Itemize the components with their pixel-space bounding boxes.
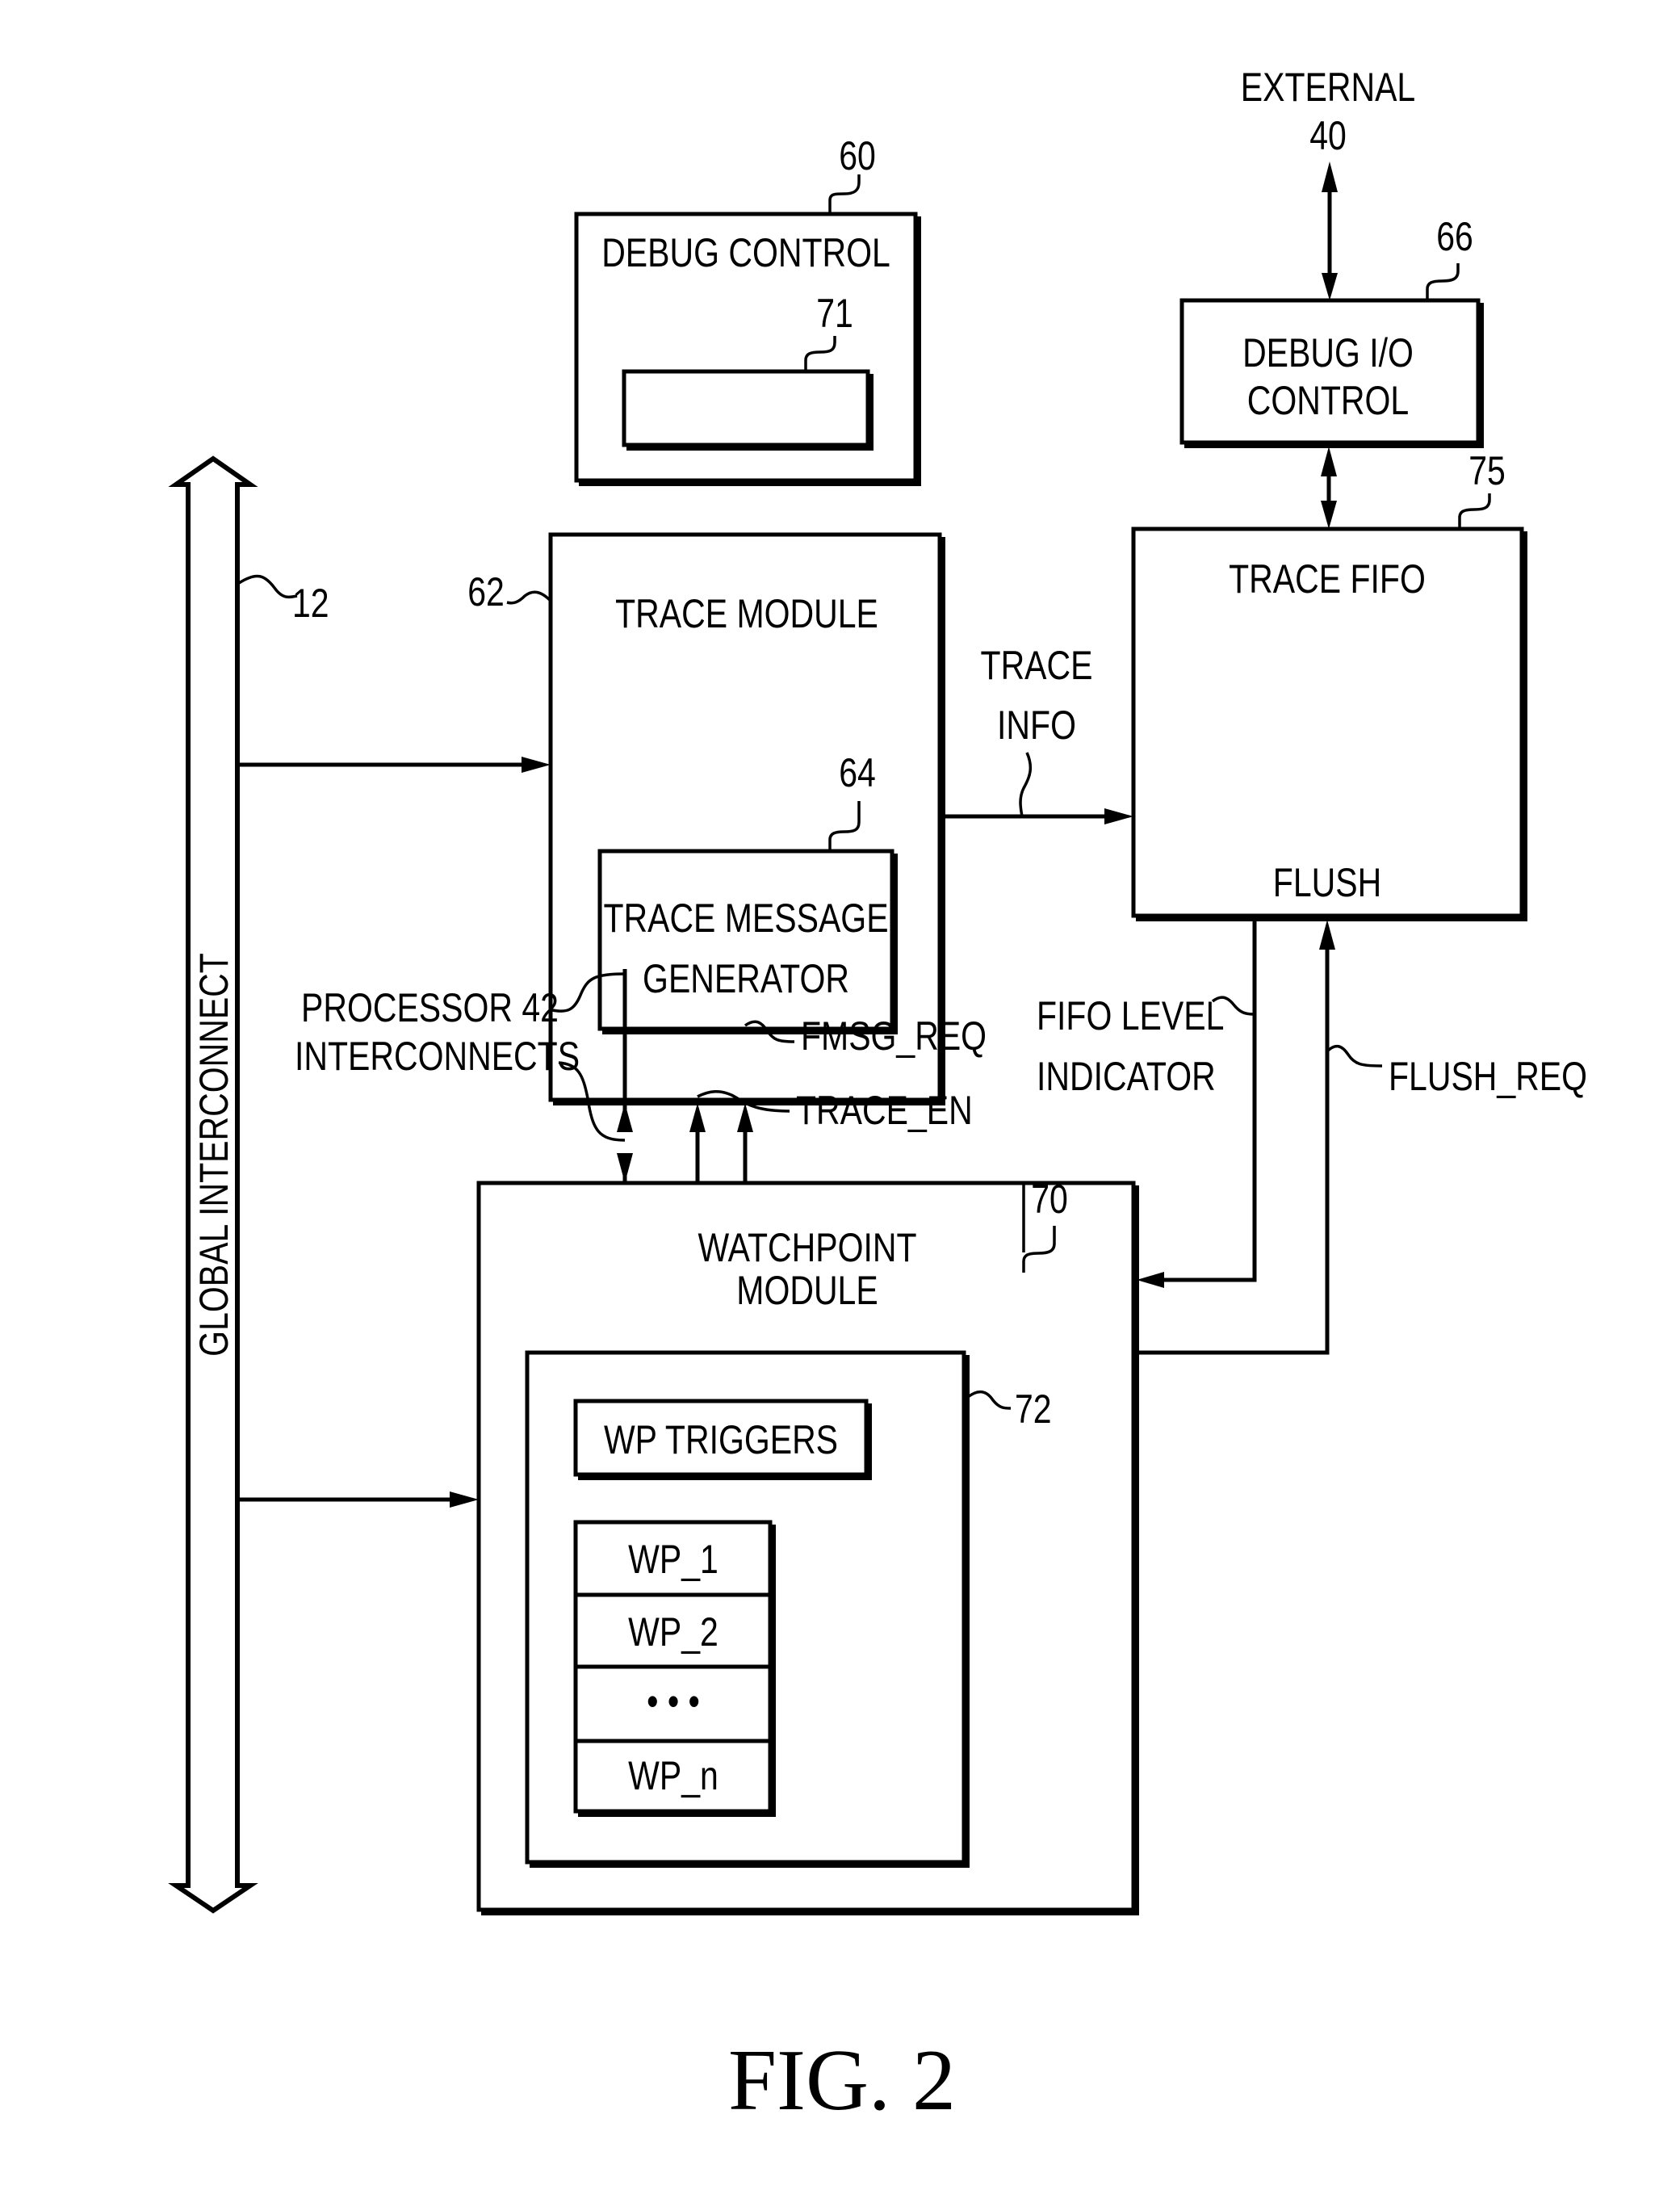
trace-info-arrow: TRACE INFO (941, 643, 1133, 824)
trace-message-generator-line1: TRACE MESSAGE (603, 896, 888, 941)
fifo-level-label-line1: FIFO LEVEL (1037, 993, 1224, 1038)
ref-leader-62 (506, 590, 552, 605)
external-label: EXTERNAL (1241, 65, 1415, 110)
processor-label-line1: PROCESSOR 42 (301, 985, 559, 1030)
flush-req-leader (1326, 1044, 1383, 1068)
wp-list-ellipsis: • • • (647, 1679, 700, 1724)
ref-66: 66 (1436, 214, 1473, 259)
ref-leader-66 (1426, 263, 1460, 300)
wp-triggers-label: WP TRIGGERS (604, 1417, 838, 1462)
debug-control-block: DEBUG CONTROL 60 71 (574, 133, 921, 486)
arrowhead-up (1321, 447, 1337, 476)
arrowhead-left (1137, 1272, 1164, 1288)
arrowhead-right (1104, 808, 1133, 824)
arrowhead-up (689, 1103, 706, 1132)
trace-info-label-line2: INFO (997, 703, 1076, 748)
flush-req-label: FLUSH_REQ (1389, 1054, 1587, 1099)
debug-control-label: DEBUG CONTROL (601, 230, 890, 275)
global-interconnect-label: GLOBAL INTERCONNECT (191, 953, 237, 1357)
watchpoint-module-label-line1: WATCHPOINT (698, 1225, 916, 1270)
watchpoint-list: WP_1 WP_2 • • • WP_n (573, 1520, 776, 1817)
trace-en-label: TRACE_EN (796, 1088, 973, 1133)
wp-list-item: WP_2 (628, 1609, 719, 1655)
trace-info-label-line1: TRACE (981, 643, 1093, 688)
trace-fifo-label: TRACE FIFO (1229, 556, 1426, 602)
fifo-level-label-line2: INDICATOR (1037, 1054, 1216, 1099)
ref-leader-12 (238, 574, 298, 599)
arrowhead-up (1319, 920, 1335, 950)
ref-64: 64 (839, 750, 876, 795)
arrowhead-down (1321, 501, 1337, 529)
flush-req-signal: FLUSH_REQ (1137, 920, 1587, 1355)
io-fifo-link (1321, 447, 1337, 529)
ref-71: 71 (816, 291, 853, 336)
figure-caption: FIG. 2 (728, 2032, 956, 2129)
wp-list-item: WP_n (628, 1753, 719, 1798)
ref-62: 62 (467, 569, 505, 615)
arrowhead-up (617, 1103, 633, 1132)
global-interconnect-bus: GLOBAL INTERCONNECT 12 (168, 455, 329, 1914)
ref-70: 70 (1031, 1177, 1068, 1222)
flush-port-label: FLUSH (1273, 860, 1381, 905)
ref-leader-75 (1458, 493, 1491, 529)
wp-list-item: WP_1 (628, 1537, 719, 1582)
ref-60: 60 (839, 133, 876, 178)
arrowhead-right (522, 757, 551, 773)
ref-75: 75 (1468, 448, 1506, 493)
watchpoint-module-label-line2: MODULE (736, 1268, 878, 1313)
arrowhead-down (1322, 273, 1338, 300)
arrowhead-right (450, 1491, 479, 1508)
arrowhead-up (737, 1103, 753, 1132)
bus-to-trace-module-arrow (237, 757, 551, 773)
arrowhead-up (1322, 162, 1338, 192)
ref-72: 72 (1015, 1386, 1052, 1432)
ref-12: 12 (292, 581, 329, 626)
processor-label-line2: INTERCONNECTS (295, 1034, 580, 1079)
debug-io-label-line1: DEBUG I/O (1242, 330, 1414, 375)
trace-module-label: TRACE MODULE (615, 591, 878, 636)
trace-info-leader (1019, 752, 1033, 817)
arrowhead-down (617, 1153, 633, 1183)
ref-40: 40 (1309, 113, 1347, 158)
trace-message-generator-line2: GENERATOR (643, 956, 849, 1001)
fmsg-req-label: FMSG_REQ (801, 1013, 987, 1059)
debug-io-label-line2: CONTROL (1247, 378, 1409, 423)
external-connection: EXTERNAL 40 (1241, 65, 1415, 300)
bus-to-watchpoint-arrow (237, 1491, 479, 1508)
ref-leader-60 (828, 174, 861, 214)
watchpoint-module-block: WATCHPOINT MODULE 70 72 WP TRIGGERS WP_1… (476, 1177, 1139, 1915)
block-diagram: GLOBAL INTERCONNECT 12 DEBUG CONTROL 60 … (168, 65, 1587, 2129)
